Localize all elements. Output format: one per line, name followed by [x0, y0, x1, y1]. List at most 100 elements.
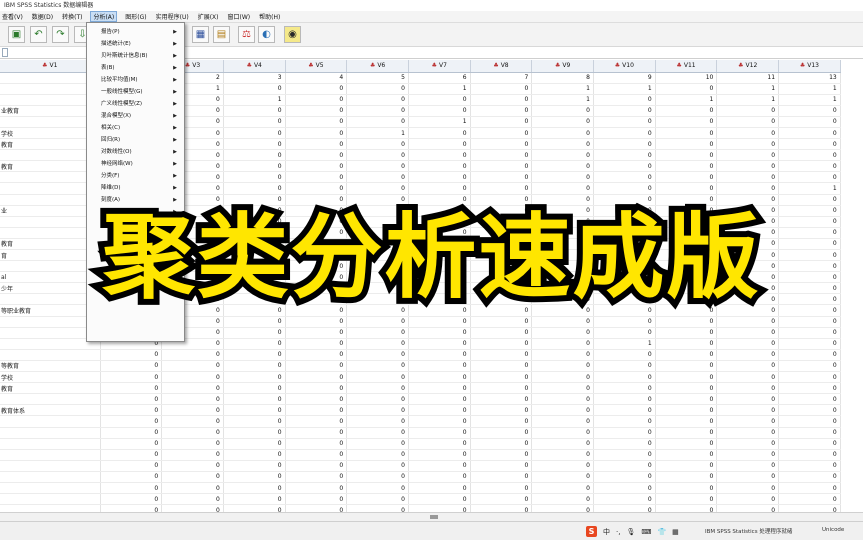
data-cell[interactable]: 0 [223, 482, 286, 495]
column-header[interactable]: ♣ V12 [716, 60, 780, 73]
use-sets-icon[interactable]: ◉ [284, 26, 301, 43]
data-cell[interactable]: 0 [285, 415, 348, 428]
data-cell[interactable]: 0 [100, 360, 163, 373]
column-header[interactable]: ♣ V6 [346, 60, 409, 73]
data-cell[interactable]: 0 [100, 382, 163, 395]
menu-item[interactable]: 扩展(X) [198, 12, 219, 21]
data-cell[interactable] [0, 471, 101, 483]
ime-mode[interactable]: 中 [603, 527, 610, 537]
data-cell[interactable]: 0 [655, 393, 718, 406]
data-cell[interactable]: 0 [778, 116, 841, 128]
data-cell[interactable]: 0 [778, 449, 841, 461]
data-cell[interactable]: 0 [593, 116, 656, 128]
data-cell[interactable]: 0 [655, 338, 718, 350]
data-cell[interactable]: 0 [470, 171, 533, 184]
data-cell[interactable]: 0 [593, 182, 656, 195]
menu-item[interactable]: 数据(D) [32, 12, 53, 21]
data-cell[interactable]: 0 [346, 160, 409, 173]
data-cell[interactable]: 0 [408, 182, 471, 195]
data-cell[interactable]: 0 [223, 160, 286, 173]
data-cell[interactable]: 0 [100, 482, 163, 495]
undo-icon[interactable]: ↶ [30, 26, 47, 43]
data-cell[interactable]: 教育 [0, 138, 101, 151]
data-cell[interactable]: 0 [470, 138, 533, 151]
data-cell[interactable]: 0 [531, 338, 594, 350]
data-cell[interactable]: 0 [285, 171, 348, 184]
data-cell[interactable]: 0 [346, 449, 409, 461]
data-cell[interactable]: 0 [716, 449, 780, 461]
data-cell[interactable]: 0 [285, 327, 348, 339]
data-cell[interactable]: 0 [100, 471, 163, 483]
data-cell[interactable]: 0 [531, 116, 594, 128]
data-cell[interactable]: 4 [285, 72, 348, 84]
data-cell[interactable]: 0 [223, 349, 286, 361]
data-cell[interactable]: 0 [655, 105, 718, 117]
data-cell[interactable]: 0 [655, 493, 718, 506]
data-cell[interactable]: 0 [531, 171, 594, 184]
data-cell[interactable]: 1 [716, 83, 780, 95]
data-cell[interactable]: 0 [470, 471, 533, 483]
data-cell[interactable]: 0 [593, 327, 656, 339]
data-cell[interactable]: 0 [716, 404, 780, 417]
data-cell[interactable]: 5 [346, 72, 409, 84]
data-cell[interactable]: 0 [716, 338, 780, 350]
data-cell[interactable]: 0 [716, 438, 780, 450]
data-cell[interactable]: 0 [100, 371, 163, 384]
shirt-icon[interactable]: 👕 [657, 528, 666, 536]
analyze-menu-item[interactable]: 分类(F) ▶ [87, 171, 184, 182]
analyze-menu-item[interactable]: 贝叶斯统计信息(B) ▶ [87, 51, 184, 62]
data-cell[interactable]: 0 [716, 171, 780, 184]
analyze-menu-item[interactable]: 降维(D) ▶ [87, 183, 184, 194]
data-cell[interactable]: 0 [100, 427, 163, 439]
data-cell[interactable]: 0 [285, 349, 348, 361]
data-cell[interactable]: 0 [716, 427, 780, 439]
data-cell[interactable]: 0 [285, 338, 348, 350]
data-cell[interactable]: 0 [223, 504, 286, 512]
data-cell[interactable]: 0 [346, 360, 409, 373]
data-cell[interactable]: 0 [470, 83, 533, 95]
column-header[interactable]: ♣ V1 [0, 60, 101, 73]
data-cell[interactable]: 0 [100, 449, 163, 461]
mic-icon[interactable]: 🎙 [626, 528, 635, 536]
data-cell[interactable]: 1 [593, 83, 656, 95]
data-cell[interactable]: 0 [593, 404, 656, 417]
menu-item[interactable]: 图形(G) [125, 12, 146, 21]
data-cell[interactable]: 0 [655, 382, 718, 395]
data-cell[interactable]: 0 [161, 482, 224, 495]
data-cell[interactable]: 0 [408, 149, 471, 162]
data-cell[interactable]: 1 [531, 94, 594, 106]
data-cell[interactable]: 0 [346, 504, 409, 512]
data-cell[interactable]: 0 [593, 504, 656, 512]
analyze-menu-item[interactable]: 对数线性(O) ▶ [87, 147, 184, 158]
data-cell[interactable]: 0 [408, 371, 471, 384]
data-cell[interactable]: 0 [470, 94, 533, 106]
data-cell[interactable]: 0 [531, 438, 594, 450]
data-cell[interactable]: 0 [223, 438, 286, 450]
data-cell[interactable]: 0 [161, 371, 224, 384]
ime-punct[interactable]: ·, [616, 528, 620, 536]
data-cell[interactable]: 0 [161, 404, 224, 417]
column-header[interactable]: ♣ V5 [285, 60, 348, 73]
data-cell[interactable]: 3 [223, 72, 286, 84]
data-cell[interactable]: 0 [531, 149, 594, 162]
data-cell[interactable]: 0 [470, 415, 533, 428]
data-cell[interactable]: 0 [470, 393, 533, 406]
data-cell[interactable]: 0 [470, 160, 533, 173]
data-cell[interactable]: 0 [655, 482, 718, 495]
horizontal-scrollbar[interactable] [0, 512, 863, 521]
data-cell[interactable]: 0 [346, 83, 409, 95]
data-cell[interactable]: 0 [285, 94, 348, 106]
data-cell[interactable] [0, 171, 101, 184]
data-cell[interactable]: 0 [408, 393, 471, 406]
data-cell[interactable]: 0 [223, 404, 286, 417]
data-cell[interactable] [0, 182, 101, 195]
data-cell[interactable]: 11 [716, 72, 780, 84]
data-cell[interactable]: 0 [778, 493, 841, 506]
data-cell[interactable]: 0 [778, 349, 841, 361]
analyze-menu-item[interactable]: 回归(R) ▶ [87, 135, 184, 146]
data-cell[interactable] [0, 393, 101, 406]
analyze-menu-item[interactable]: 相关(C) ▶ [87, 123, 184, 134]
data-cell[interactable]: 业教育 [0, 105, 101, 117]
data-cell[interactable]: 0 [408, 138, 471, 151]
data-cell[interactable]: 0 [285, 438, 348, 450]
